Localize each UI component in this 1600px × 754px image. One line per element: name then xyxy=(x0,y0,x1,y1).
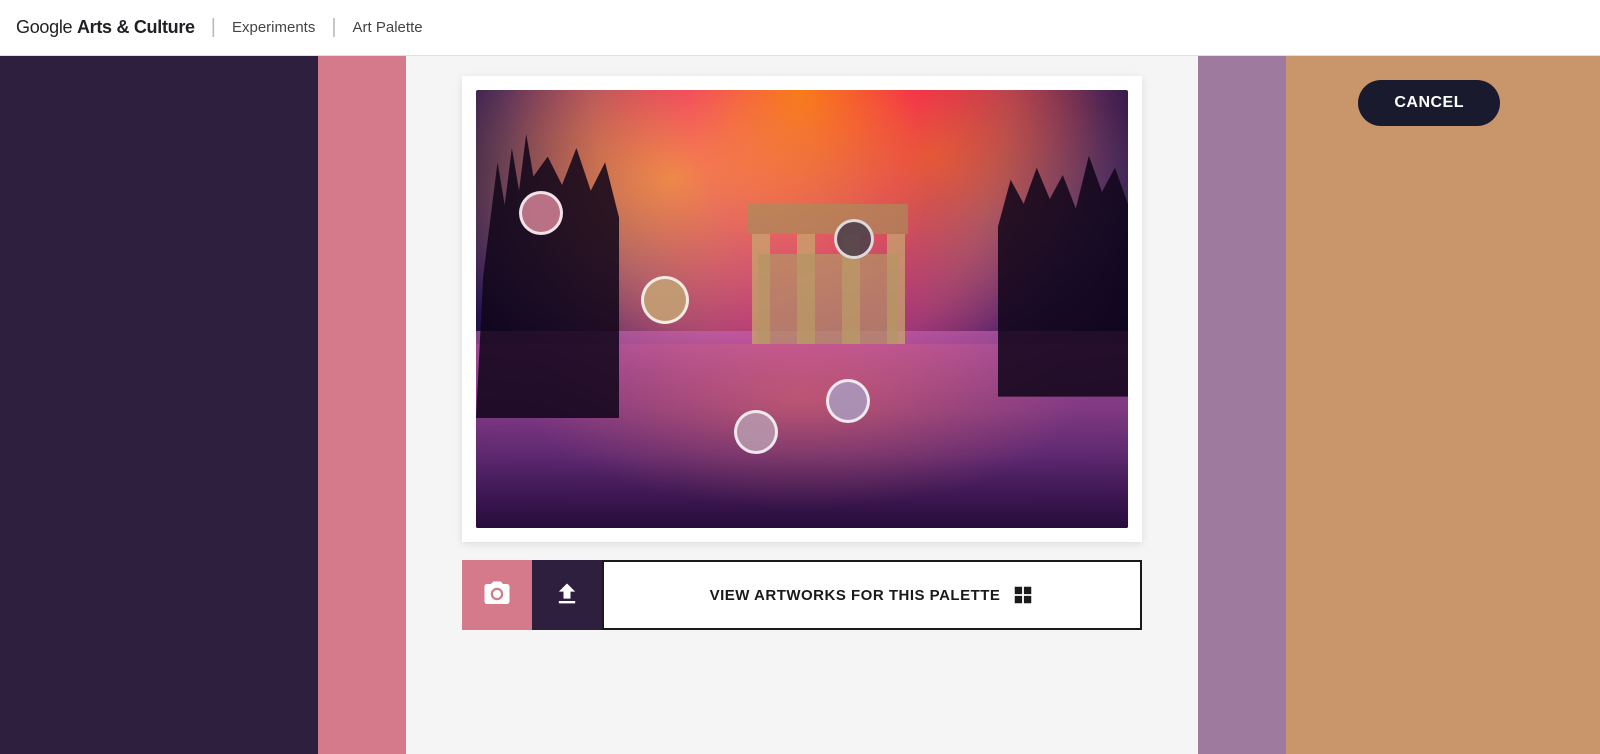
temple-body xyxy=(758,254,898,344)
camera-icon xyxy=(482,579,512,612)
panel-right-tan xyxy=(1286,56,1600,754)
view-artworks-label: VIEW ARTWORKS FOR THIS PALETTE xyxy=(710,587,1001,604)
view-artworks-button[interactable]: VIEW ARTWORKS FOR THIS PALETTE xyxy=(602,560,1142,630)
camera-button[interactable] xyxy=(462,560,532,630)
temple-top xyxy=(748,204,908,234)
cancel-button[interactable]: CANCEL xyxy=(1358,80,1500,126)
header-divider-2: | xyxy=(331,16,336,39)
artwork-image xyxy=(476,90,1128,528)
color-dot-pink[interactable] xyxy=(519,191,563,235)
panel-right-muted xyxy=(1198,56,1286,754)
more-options-button[interactable] xyxy=(1544,8,1584,48)
color-dot-lavender[interactable] xyxy=(826,379,870,423)
panel-left-dark xyxy=(0,56,318,754)
temple-structure xyxy=(738,204,918,344)
color-dot-dark[interactable] xyxy=(834,219,874,259)
panel-center-pink xyxy=(318,56,406,754)
header-divider-1: | xyxy=(211,16,216,39)
upload-icon xyxy=(553,580,581,611)
grid-icon xyxy=(1012,584,1034,606)
bottom-toolbar: VIEW ARTWORKS FOR THIS PALETTE xyxy=(462,560,1142,630)
image-wrapper xyxy=(462,76,1142,542)
photo-trees-left xyxy=(476,134,619,419)
app-header: Google Arts & Culture | Experiments | Ar… xyxy=(0,0,1600,56)
nav-art-palette[interactable]: Art Palette xyxy=(353,19,423,36)
bg-layout: VIEW ARTWORKS FOR THIS PALETTE xyxy=(0,56,1600,754)
panel-main: VIEW ARTWORKS FOR THIS PALETTE xyxy=(406,56,1198,754)
share-button[interactable] xyxy=(1500,8,1540,48)
color-dot-tan[interactable] xyxy=(641,276,689,324)
nav-experiments[interactable]: Experiments xyxy=(232,19,315,36)
color-dot-mauve[interactable] xyxy=(734,410,778,454)
logo-text: Google Arts & Culture xyxy=(16,17,195,38)
logo-area: Google Arts & Culture | Experiments | Ar… xyxy=(16,16,423,39)
upload-button[interactable] xyxy=(532,560,602,630)
